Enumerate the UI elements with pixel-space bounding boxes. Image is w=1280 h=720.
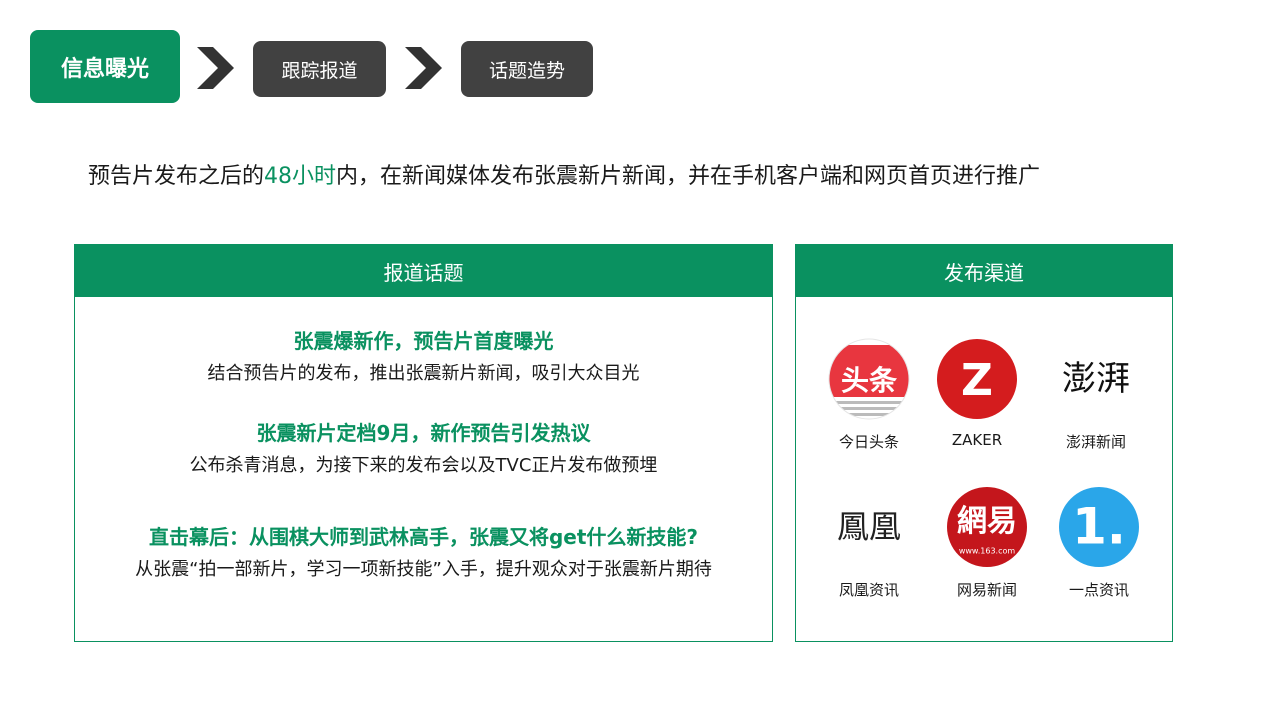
topic-title: 直击幕后：从围棋大师到武林高手，张震又将get什么新技能? [148, 525, 699, 549]
toutiao-logo-text: 头条 [841, 364, 897, 397]
channels-panel: 发布渠道 头条 今日头条 Z ZAKER 澎湃 澎湃新闻 鳳凰 凤凰资讯 網易 … [795, 244, 1173, 642]
netease-logo-subtext: www.163.com [959, 547, 1016, 556]
channel-netease[interactable]: 網易 www.163.com 网易新闻 [927, 485, 1047, 600]
channel-name: 今日头条 [838, 433, 899, 451]
toutiao-logo-icon: 头条 [827, 337, 911, 421]
channel-name: ZAKER [951, 431, 1003, 449]
netease-logo-text: 網易 [957, 504, 1017, 539]
topics-panel-header: 报道话题 [75, 245, 772, 297]
channel-name: 澎湃新闻 [1065, 433, 1126, 451]
topic-desc: 从张震“拍一部新片，学习一项新技能”入手，提升观众对于张震新片期待 [135, 559, 712, 580]
intro-text-before: 预告片发布之后的 [88, 164, 265, 189]
intro-text-after: 内，在新闻媒体发布张震新片新闻，并在手机客户端和网页首页进行推广 [336, 164, 1041, 189]
topic-title: 张震新片定档9月，新作预告引发热议 [256, 421, 591, 445]
channel-name: 凤凰资讯 [838, 581, 899, 599]
ifeng-logo-text: 鳳凰 [837, 508, 901, 546]
zaker-logo-icon: Z [935, 337, 1019, 421]
thepaper-logo-text: 澎湃 [1062, 359, 1130, 399]
topics-panel: 报道话题 张震爆新作，预告片首度曝光 结合预告片的发布，推出张震新片新闻，吸引大… [74, 244, 773, 642]
netease-logo-icon: 網易 www.163.com [945, 485, 1029, 569]
channel-zaker[interactable]: Z ZAKER [917, 337, 1037, 449]
thepaper-logo-icon: 澎湃 [1054, 337, 1138, 421]
yidian-logo-text: 1. [1072, 498, 1126, 556]
channel-ifeng[interactable]: 鳳凰 凤凰资讯 [809, 485, 929, 600]
step-info-exposure[interactable]: 信息曝光 [30, 30, 180, 103]
topic-desc: 结合预告片的发布，推出张震新片新闻，吸引大众目光 [207, 363, 640, 384]
topic-item: 张震新片定档9月，新作预告引发热议 公布杀青消息，为接下来的发布会以及TVC正片… [75, 419, 772, 479]
topic-item: 直击幕后：从围棋大师到武林高手，张震又将get什么新技能? 从张震“拍一部新片，… [75, 523, 772, 583]
intro-highlight: 48小时 [264, 164, 337, 189]
channel-name: 网易新闻 [956, 581, 1017, 599]
topic-item: 张震爆新作，预告片首度曝光 结合预告片的发布，推出张震新片新闻，吸引大众目光 [75, 327, 772, 387]
chevron-right-icon [405, 47, 442, 89]
step-topic-hype[interactable]: 话题造势 [461, 41, 593, 97]
intro-text: 预告片发布之后的48小时内，在新闻媒体发布张震新片新闻，并在手机客户端和网页首页… [88, 158, 1040, 190]
channel-yidian[interactable]: 1. 一点资讯 [1039, 485, 1159, 600]
step-follow-up-report[interactable]: 跟踪报道 [253, 41, 386, 97]
channel-name: 一点资讯 [1068, 581, 1129, 599]
ifeng-logo-icon: 鳳凰 [827, 485, 911, 569]
chevron-right-icon [197, 47, 234, 89]
zaker-logo-text: Z [961, 355, 993, 406]
yidian-logo-icon: 1. [1057, 485, 1141, 569]
topic-desc: 公布杀青消息，为接下来的发布会以及TVC正片发布做预埋 [189, 455, 658, 476]
channels-panel-header: 发布渠道 [796, 245, 1172, 297]
channel-thepaper[interactable]: 澎湃 澎湃新闻 [1036, 337, 1156, 452]
channel-toutiao[interactable]: 头条 今日头条 [809, 337, 929, 452]
topic-title: 张震爆新作，预告片首度曝光 [293, 329, 554, 353]
